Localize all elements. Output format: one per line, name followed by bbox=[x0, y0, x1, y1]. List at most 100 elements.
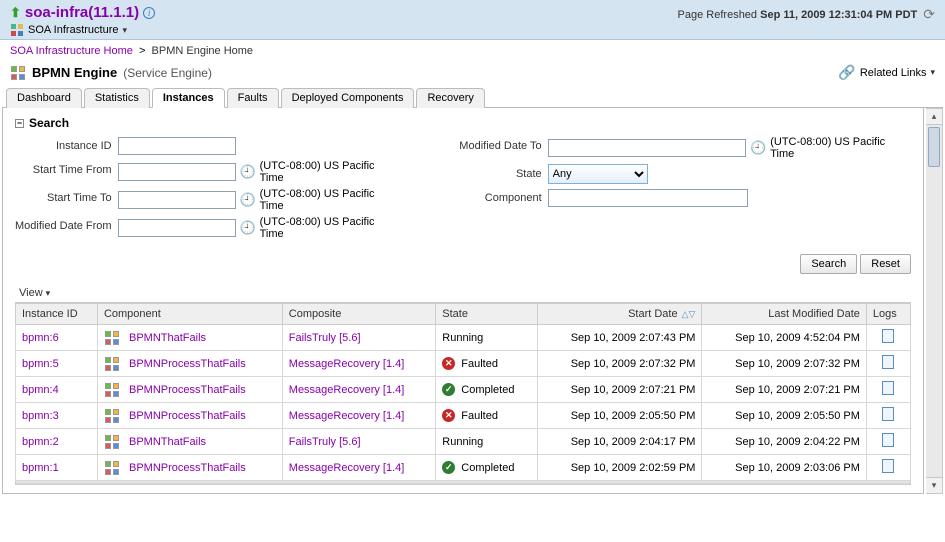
scroll-up-icon[interactable]: ▴ bbox=[926, 109, 942, 125]
search-button[interactable]: Search bbox=[800, 254, 857, 274]
state-select[interactable]: Any bbox=[548, 164, 648, 184]
instance-link[interactable]: bpmn:6 bbox=[22, 332, 59, 344]
instance-link[interactable]: bpmn:1 bbox=[22, 462, 59, 474]
composite-link[interactable]: FailsTruly [5.6] bbox=[289, 332, 361, 344]
tab-content: − Search Instance ID Start Time From 🕘 (… bbox=[2, 108, 924, 494]
view-menu[interactable]: View▾ bbox=[15, 284, 911, 303]
col-logs[interactable]: Logs bbox=[866, 304, 910, 325]
state-cell: Running bbox=[436, 429, 538, 455]
label-mod-to: Modified Date To bbox=[459, 136, 541, 160]
start-to-field[interactable] bbox=[118, 191, 236, 209]
col-start-date[interactable]: Start Date△▽ bbox=[537, 304, 701, 325]
composite-link[interactable]: MessageRecovery [1.4] bbox=[289, 410, 405, 422]
scroll-thumb[interactable] bbox=[928, 127, 940, 167]
component-link[interactable]: BPMNThatFails bbox=[129, 331, 206, 343]
scroll-down-icon[interactable]: ▾ bbox=[926, 477, 942, 493]
col-last-mod[interactable]: Last Modified Date bbox=[702, 304, 866, 325]
reset-button[interactable]: Reset bbox=[860, 254, 911, 274]
tab-recovery[interactable]: Recovery bbox=[416, 88, 484, 108]
collapse-icon[interactable]: − bbox=[15, 119, 24, 128]
col-state[interactable]: State bbox=[436, 304, 538, 325]
label-component: Component bbox=[459, 188, 541, 208]
composite-link[interactable]: MessageRecovery [1.4] bbox=[289, 384, 405, 396]
label-start-to: Start Time To bbox=[15, 188, 112, 212]
start-date: Sep 10, 2009 2:07:32 PM bbox=[537, 351, 701, 377]
breadcrumb-current: BPMN Engine Home bbox=[152, 45, 254, 57]
check-icon: ✓ bbox=[442, 383, 455, 396]
component-field[interactable] bbox=[548, 189, 748, 207]
fault-icon: ✕ bbox=[442, 409, 455, 422]
calendar-icon[interactable]: 🕘 bbox=[240, 220, 256, 236]
col-instance-id[interactable]: Instance ID bbox=[16, 304, 98, 325]
refresh-icon[interactable]: ⟳ bbox=[923, 6, 935, 23]
component-icon bbox=[104, 408, 120, 424]
check-icon: ✓ bbox=[442, 461, 455, 474]
composite-link[interactable]: FailsTruly [5.6] bbox=[289, 436, 361, 448]
tab-instances[interactable]: Instances bbox=[152, 88, 225, 108]
table-row: bpmn:4 BPMNProcessThatFails MessageRecove… bbox=[16, 377, 911, 403]
breadcrumb-home[interactable]: SOA Infrastructure Home bbox=[10, 45, 133, 57]
state-cell: ✕Faulted bbox=[436, 351, 538, 377]
start-from-field[interactable] bbox=[118, 163, 236, 181]
mod-date: Sep 10, 2009 2:04:22 PM bbox=[702, 429, 866, 455]
component-link[interactable]: BPMNProcessThatFails bbox=[129, 461, 246, 473]
mod-date: Sep 10, 2009 2:07:32 PM bbox=[702, 351, 866, 377]
table-row: bpmn:3 BPMNProcessThatFails MessageRecove… bbox=[16, 403, 911, 429]
instance-link[interactable]: bpmn:3 bbox=[22, 410, 59, 422]
engine-header: BPMN Engine (Service Engine) 🔗 Related L… bbox=[0, 62, 945, 87]
log-icon[interactable] bbox=[882, 381, 894, 395]
log-icon[interactable] bbox=[882, 433, 894, 447]
composite-link[interactable]: MessageRecovery [1.4] bbox=[289, 358, 405, 370]
infra-menu[interactable]: SOA Infrastructure bbox=[28, 24, 118, 36]
tab-dashboard[interactable]: Dashboard bbox=[6, 88, 82, 108]
component-link[interactable]: BPMNProcessThatFails bbox=[129, 409, 246, 421]
col-composite[interactable]: Composite bbox=[282, 304, 435, 325]
component-icon bbox=[104, 434, 120, 450]
page-refresh-info: Page Refreshed Sep 11, 2009 12:31:04 PM … bbox=[678, 6, 935, 23]
instance-id-field[interactable] bbox=[118, 137, 236, 155]
mod-to-field[interactable] bbox=[548, 139, 747, 157]
state-cell: ✓Completed bbox=[436, 377, 538, 403]
component-icon bbox=[104, 330, 120, 346]
component-icon bbox=[104, 382, 120, 398]
component-link[interactable]: BPMNProcessThatFails bbox=[129, 383, 246, 395]
related-links[interactable]: 🔗 Related Links ▾ bbox=[838, 64, 935, 81]
info-icon[interactable]: i bbox=[143, 7, 155, 19]
fault-icon: ✕ bbox=[442, 357, 455, 370]
start-date: Sep 10, 2009 2:07:43 PM bbox=[537, 325, 701, 351]
label-state: State bbox=[459, 164, 541, 184]
log-icon[interactable] bbox=[882, 407, 894, 421]
log-icon[interactable] bbox=[882, 355, 894, 369]
calendar-icon[interactable]: 🕘 bbox=[240, 192, 256, 208]
col-component[interactable]: Component bbox=[97, 304, 282, 325]
table-row: bpmn:1 BPMNProcessThatFails MessageRecove… bbox=[16, 455, 911, 481]
state-cell: ✓Completed bbox=[436, 455, 538, 481]
state-cell: ✕Faulted bbox=[436, 403, 538, 429]
tab-faults[interactable]: Faults bbox=[227, 88, 279, 108]
tab-deployed[interactable]: Deployed Components bbox=[281, 88, 415, 108]
tab-statistics[interactable]: Statistics bbox=[84, 88, 150, 108]
mod-date: Sep 10, 2009 2:05:50 PM bbox=[702, 403, 866, 429]
component-link[interactable]: BPMNProcessThatFails bbox=[129, 357, 246, 369]
link-icon: 🔗 bbox=[838, 64, 855, 81]
start-date: Sep 10, 2009 2:04:17 PM bbox=[537, 429, 701, 455]
component-link[interactable]: BPMNThatFails bbox=[129, 435, 206, 447]
tab-bar: Dashboard Statistics Instances Faults De… bbox=[2, 87, 943, 108]
chevron-down-icon: ▾ bbox=[46, 288, 51, 298]
status-up-icon: ⬆ bbox=[10, 5, 21, 21]
calendar-icon[interactable]: 🕘 bbox=[750, 140, 766, 156]
instance-link[interactable]: bpmn:2 bbox=[22, 436, 59, 448]
app-header: ⬆ soa-infra(11.1.1) i SOA Infrastructure… bbox=[0, 0, 945, 40]
vertical-scrollbar[interactable]: ▴ ▾ bbox=[926, 108, 943, 494]
instance-link[interactable]: bpmn:5 bbox=[22, 358, 59, 370]
chevron-down-icon[interactable]: ▾ bbox=[122, 25, 127, 36]
calendar-icon[interactable]: 🕘 bbox=[240, 164, 256, 180]
label-start-from: Start Time From bbox=[15, 160, 112, 184]
mod-date: Sep 10, 2009 4:52:04 PM bbox=[702, 325, 866, 351]
mod-from-field[interactable] bbox=[118, 219, 236, 237]
composite-link[interactable]: MessageRecovery [1.4] bbox=[289, 462, 405, 474]
instance-link[interactable]: bpmn:4 bbox=[22, 384, 59, 396]
log-icon[interactable] bbox=[882, 459, 894, 473]
log-icon[interactable] bbox=[882, 329, 894, 343]
engine-icon bbox=[10, 65, 26, 81]
